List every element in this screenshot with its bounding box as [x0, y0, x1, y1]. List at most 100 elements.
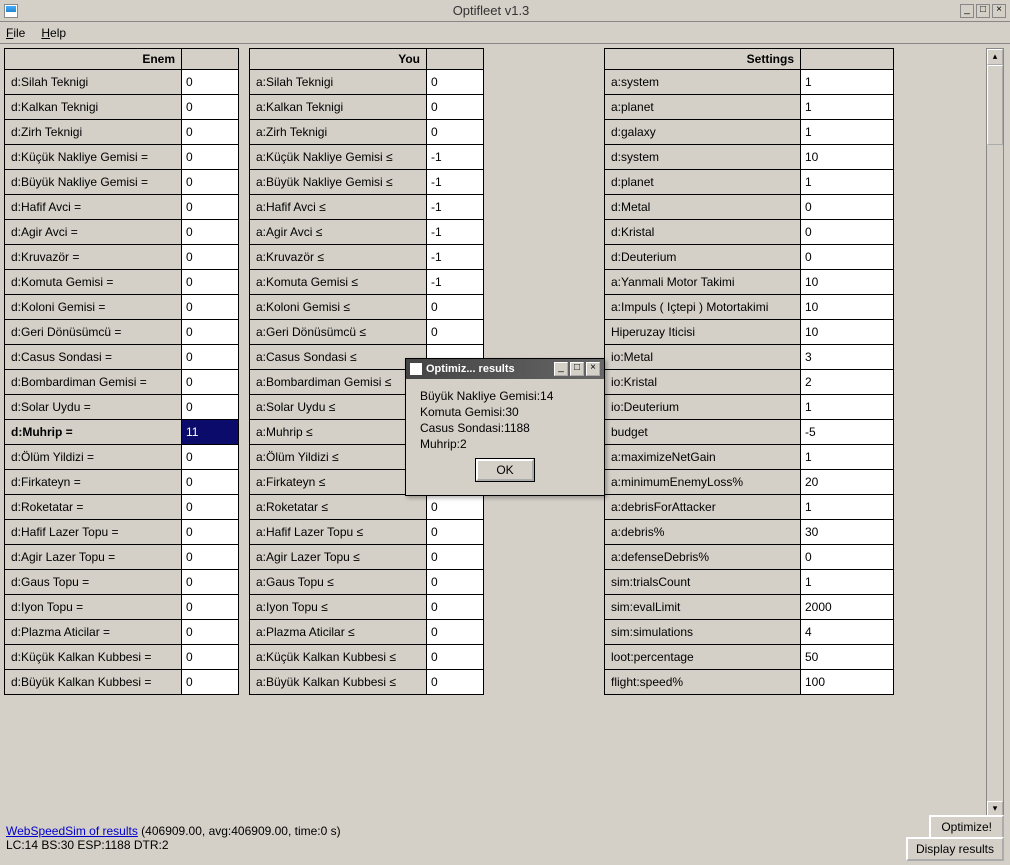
- data-row[interactable]: d:Büyük Kalkan Kubbesi =0: [4, 670, 239, 695]
- row-value-input[interactable]: 1: [801, 70, 893, 94]
- row-value-input[interactable]: 1: [801, 445, 893, 469]
- row-value-input[interactable]: 3: [801, 345, 893, 369]
- data-row[interactable]: d:Agir Lazer Topu =0: [4, 545, 239, 570]
- row-value-input[interactable]: 0: [182, 595, 238, 619]
- row-value-input[interactable]: 100: [801, 670, 893, 694]
- data-row[interactable]: d:Kristal0: [604, 220, 894, 245]
- data-row[interactable]: a:Komuta Gemisi ≤-1: [249, 270, 484, 295]
- data-row[interactable]: d:Hafif Avci =0: [4, 195, 239, 220]
- row-value-input[interactable]: 0: [182, 220, 238, 244]
- data-row[interactable]: d:Ölüm Yildizi =0: [4, 445, 239, 470]
- data-row[interactable]: a:Zirh Teknigi0: [249, 120, 484, 145]
- row-value-input[interactable]: 0: [427, 645, 483, 669]
- data-row[interactable]: a:Kruvazör ≤-1: [249, 245, 484, 270]
- data-row[interactable]: a:defenseDebris%0: [604, 545, 894, 570]
- row-value-input[interactable]: 0: [182, 670, 238, 694]
- data-row[interactable]: a:Agir Lazer Topu ≤0: [249, 545, 484, 570]
- data-row[interactable]: d:Plazma Aticilar =0: [4, 620, 239, 645]
- data-row[interactable]: d:system10: [604, 145, 894, 170]
- dialog-minimize-button[interactable]: _: [554, 362, 568, 376]
- data-row[interactable]: a:Yanmali Motor Takimi10: [604, 270, 894, 295]
- data-row[interactable]: d:Kalkan Teknigi0: [4, 95, 239, 120]
- row-value-input[interactable]: 1: [801, 170, 893, 194]
- row-value-input[interactable]: 0: [182, 320, 238, 344]
- row-value-input[interactable]: 20: [801, 470, 893, 494]
- data-row[interactable]: d:Küçük Nakliye Gemisi =0: [4, 145, 239, 170]
- row-value-input[interactable]: 0: [427, 595, 483, 619]
- data-row[interactable]: d:Metal0: [604, 195, 894, 220]
- row-value-input[interactable]: 0: [427, 545, 483, 569]
- menu-file[interactable]: File: [6, 26, 25, 40]
- dialog-ok-button[interactable]: OK: [476, 459, 533, 481]
- row-value-input[interactable]: 0: [182, 470, 238, 494]
- data-row[interactable]: a:Iyon Topu ≤0: [249, 595, 484, 620]
- row-value-input[interactable]: 30: [801, 520, 893, 544]
- row-value-input[interactable]: 0: [182, 70, 238, 94]
- data-row[interactable]: a:Gaus Topu ≤0: [249, 570, 484, 595]
- data-row[interactable]: a:Kalkan Teknigi0: [249, 95, 484, 120]
- data-row[interactable]: loot:percentage50: [604, 645, 894, 670]
- data-row[interactable]: d:Casus Sondasi =0: [4, 345, 239, 370]
- row-value-input[interactable]: 1: [801, 570, 893, 594]
- row-value-input[interactable]: 0: [427, 670, 483, 694]
- row-value-input[interactable]: -1: [427, 195, 483, 219]
- row-value-input[interactable]: 0: [427, 495, 483, 519]
- row-value-input[interactable]: 4: [801, 620, 893, 644]
- data-row[interactable]: io:Deuterium1: [604, 395, 894, 420]
- row-value-input[interactable]: -1: [427, 220, 483, 244]
- row-value-input[interactable]: 1: [801, 395, 893, 419]
- data-row[interactable]: d:Komuta Gemisi =0: [4, 270, 239, 295]
- row-value-input[interactable]: 0: [182, 145, 238, 169]
- data-row[interactable]: d:galaxy1: [604, 120, 894, 145]
- row-value-input[interactable]: 0: [182, 95, 238, 119]
- row-value-input[interactable]: 0: [427, 70, 483, 94]
- data-row[interactable]: a:Büyük Nakliye Gemisi ≤-1: [249, 170, 484, 195]
- row-value-input[interactable]: 0: [801, 545, 893, 569]
- data-row[interactable]: d:Firkateyn =0: [4, 470, 239, 495]
- data-row[interactable]: budget-5: [604, 420, 894, 445]
- row-value-input[interactable]: 10: [801, 320, 893, 344]
- row-value-input[interactable]: 0: [182, 170, 238, 194]
- data-row[interactable]: a:Hafif Lazer Topu ≤0: [249, 520, 484, 545]
- vertical-scrollbar[interactable]: ▴ ▾: [986, 48, 1004, 818]
- row-value-input[interactable]: 2000: [801, 595, 893, 619]
- row-value-input[interactable]: 0: [182, 195, 238, 219]
- row-value-input[interactable]: -1: [427, 270, 483, 294]
- data-row[interactable]: flight:speed%100: [604, 670, 894, 695]
- data-row[interactable]: a:Küçük Nakliye Gemisi ≤-1: [249, 145, 484, 170]
- row-value-input[interactable]: -5: [801, 420, 893, 444]
- data-row[interactable]: a:debris%30: [604, 520, 894, 545]
- data-row[interactable]: d:Muhrip =11: [4, 420, 239, 445]
- scroll-up-button[interactable]: ▴: [987, 49, 1003, 65]
- data-row[interactable]: Hiperuzay Iticisi10: [604, 320, 894, 345]
- data-row[interactable]: sim:evalLimit2000: [604, 595, 894, 620]
- dialog-titlebar[interactable]: Optimiz... results _ □ ×: [406, 359, 604, 379]
- row-value-input[interactable]: 0: [801, 220, 893, 244]
- maximize-button[interactable]: □: [976, 4, 990, 18]
- data-row[interactable]: d:Silah Teknigi0: [4, 70, 239, 95]
- optimize-button[interactable]: Optimize!: [929, 815, 1004, 839]
- row-value-input[interactable]: 0: [182, 245, 238, 269]
- close-button[interactable]: ×: [992, 4, 1006, 18]
- row-value-input[interactable]: 10: [801, 270, 893, 294]
- row-value-input[interactable]: 1: [801, 95, 893, 119]
- row-value-input[interactable]: 0: [182, 120, 238, 144]
- row-value-input[interactable]: 2: [801, 370, 893, 394]
- row-value-input[interactable]: -1: [427, 145, 483, 169]
- row-value-input[interactable]: 50: [801, 645, 893, 669]
- row-value-input[interactable]: 0: [182, 370, 238, 394]
- dialog-close-button[interactable]: ×: [586, 362, 600, 376]
- row-value-input[interactable]: 0: [182, 445, 238, 469]
- websim-link[interactable]: WebSpeedSim of results: [6, 824, 138, 838]
- row-value-input[interactable]: 0: [182, 570, 238, 594]
- data-row[interactable]: d:Deuterium0: [604, 245, 894, 270]
- row-value-input[interactable]: 0: [801, 245, 893, 269]
- data-row[interactable]: a:minimumEnemyLoss%20: [604, 470, 894, 495]
- data-row[interactable]: a:Büyük Kalkan Kubbesi ≤0: [249, 670, 484, 695]
- data-row[interactable]: d:Küçük Kalkan Kubbesi =0: [4, 645, 239, 670]
- row-value-input[interactable]: 0: [427, 570, 483, 594]
- data-row[interactable]: d:Büyük Nakliye Gemisi =0: [4, 170, 239, 195]
- row-value-input[interactable]: 10: [801, 295, 893, 319]
- data-row[interactable]: a:planet1: [604, 95, 894, 120]
- data-row[interactable]: a:system1: [604, 70, 894, 95]
